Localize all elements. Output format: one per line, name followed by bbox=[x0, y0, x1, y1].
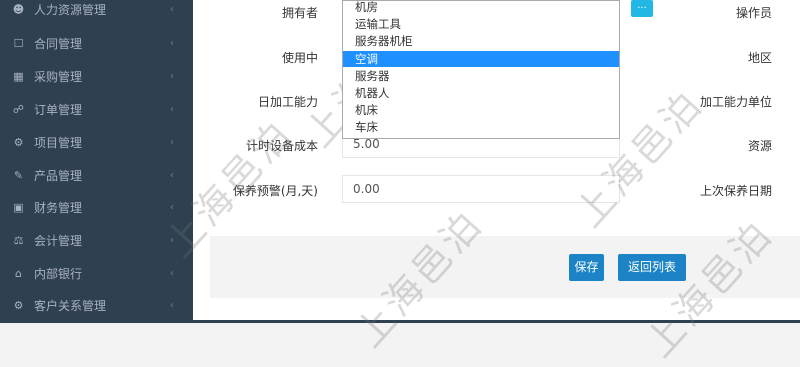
dropdown-option[interactable]: 机床 bbox=[343, 102, 619, 118]
sidebar-item-order[interactable]: ☍ 订单管理 ‹ bbox=[0, 94, 193, 124]
dropdown-option[interactable]: 机器人 bbox=[343, 85, 619, 101]
project-icon: ⚙ bbox=[13, 135, 24, 149]
chevron-left-icon: ‹ bbox=[170, 37, 174, 49]
operator-label: 操作员 bbox=[735, 6, 772, 20]
sidebar-item-product[interactable]: ✎ 产品管理 ‹ bbox=[0, 160, 193, 190]
dropdown-option[interactable]: 机房 bbox=[343, 0, 619, 15]
scale-icon: ⚖ bbox=[13, 233, 24, 247]
sidebar-item-label: 合同管理 bbox=[34, 36, 83, 51]
sidebar-item-label: 客户关系管理 bbox=[34, 298, 107, 313]
dropdown-option[interactable]: 运输工具 bbox=[343, 16, 619, 32]
timed-cost-label: 计时设备成本 bbox=[245, 139, 318, 153]
daily-capacity-label: 日加工能力 bbox=[257, 95, 318, 109]
main-form: 拥有者 ... 操作员 使用中 地区 日加工能力 加工能力单位 计时设备成本 5… bbox=[193, 0, 800, 323]
dropdown-option[interactable]: 车床 bbox=[343, 119, 619, 135]
chevron-left-icon: ‹ bbox=[170, 70, 174, 82]
type-dropdown-list[interactable]: 机房 运输工具 服务器机柜 空调 服务器 机器人 机床 车床 bbox=[342, 0, 620, 139]
resource-label: 资源 bbox=[747, 139, 772, 153]
region-label: 地区 bbox=[747, 51, 772, 65]
chevron-left-icon: ‹ bbox=[170, 201, 174, 213]
bank-icon: ⌂ bbox=[15, 266, 22, 280]
sidebar-item-label: 采购管理 bbox=[34, 69, 83, 84]
chevron-left-icon: ‹ bbox=[170, 169, 174, 181]
edit-icon: ✎ bbox=[13, 168, 24, 182]
sidebar-item-label: 订单管理 bbox=[34, 102, 83, 117]
users-icon: ☻ bbox=[12, 2, 25, 16]
chevron-left-icon: ‹ bbox=[170, 267, 174, 279]
sidebar-item-project[interactable]: ⚙ 项目管理 ‹ bbox=[0, 127, 193, 157]
sidebar-item-label: 财务管理 bbox=[34, 200, 83, 215]
sidebar-item-hr[interactable]: ☻ 人力资源管理 ‹ bbox=[0, 0, 193, 24]
sidebar: ☻ 人力资源管理 ‹ ☐ 合同管理 ‹ ▦ 采购管理 ‹ ☍ 订单管理 ‹ ⚙ … bbox=[0, 0, 193, 323]
last-maintenance-label: 上次保养日期 bbox=[699, 184, 772, 198]
sidebar-item-accounting[interactable]: ⚖ 会计管理 ‹ bbox=[0, 225, 193, 255]
purchase-icon: ▦ bbox=[13, 69, 24, 83]
chevron-left-icon: ‹ bbox=[170, 299, 174, 311]
sidebar-item-internal-bank[interactable]: ⌂ 内部银行 ‹ bbox=[0, 258, 193, 288]
dropdown-option-selected[interactable]: 空调 bbox=[343, 51, 619, 67]
chevron-left-icon: ‹ bbox=[170, 3, 174, 15]
sidebar-item-label: 产品管理 bbox=[34, 168, 83, 183]
in-use-label: 使用中 bbox=[281, 51, 318, 65]
back-to-list-button[interactable]: 返回列表 bbox=[618, 254, 686, 281]
save-button[interactable]: 保存 bbox=[569, 254, 604, 281]
chevron-left-icon: ‹ bbox=[170, 103, 174, 115]
dropdown-option[interactable]: 服务器机柜 bbox=[343, 33, 619, 49]
sidebar-item-crm[interactable]: ⚙ 客户关系管理 ‹ bbox=[0, 290, 193, 320]
sidebar-item-label: 内部银行 bbox=[34, 266, 83, 281]
maintenance-warning-label: 保养预警(月,天) bbox=[232, 184, 318, 198]
sidebar-item-label: 人力资源管理 bbox=[34, 2, 107, 17]
chevron-left-icon: ‹ bbox=[170, 136, 174, 148]
crm-icon: ⚙ bbox=[13, 298, 24, 312]
sidebar-item-contract[interactable]: ☐ 合同管理 ‹ bbox=[0, 28, 193, 58]
sidebar-item-label: 会计管理 bbox=[34, 233, 83, 248]
sidebar-item-finance[interactable]: ▣ 财务管理 ‹ bbox=[0, 192, 193, 222]
chevron-left-icon: ‹ bbox=[170, 234, 174, 246]
form-actions-panel: 保存 返回列表 bbox=[210, 236, 800, 298]
owner-lookup-button[interactable]: ... bbox=[631, 0, 653, 17]
contract-icon: ☐ bbox=[13, 36, 24, 50]
cart-icon: ☍ bbox=[12, 102, 25, 116]
capacity-unit-label: 加工能力单位 bbox=[699, 95, 772, 109]
sidebar-item-label: 项目管理 bbox=[34, 135, 83, 150]
dropdown-option[interactable]: 服务器 bbox=[343, 68, 619, 84]
sidebar-item-purchase[interactable]: ▦ 采购管理 ‹ bbox=[0, 61, 193, 91]
finance-icon: ▣ bbox=[13, 200, 24, 214]
maintenance-warning-input[interactable]: 0.00 bbox=[342, 175, 620, 203]
owner-label: 拥有者 bbox=[281, 6, 318, 20]
